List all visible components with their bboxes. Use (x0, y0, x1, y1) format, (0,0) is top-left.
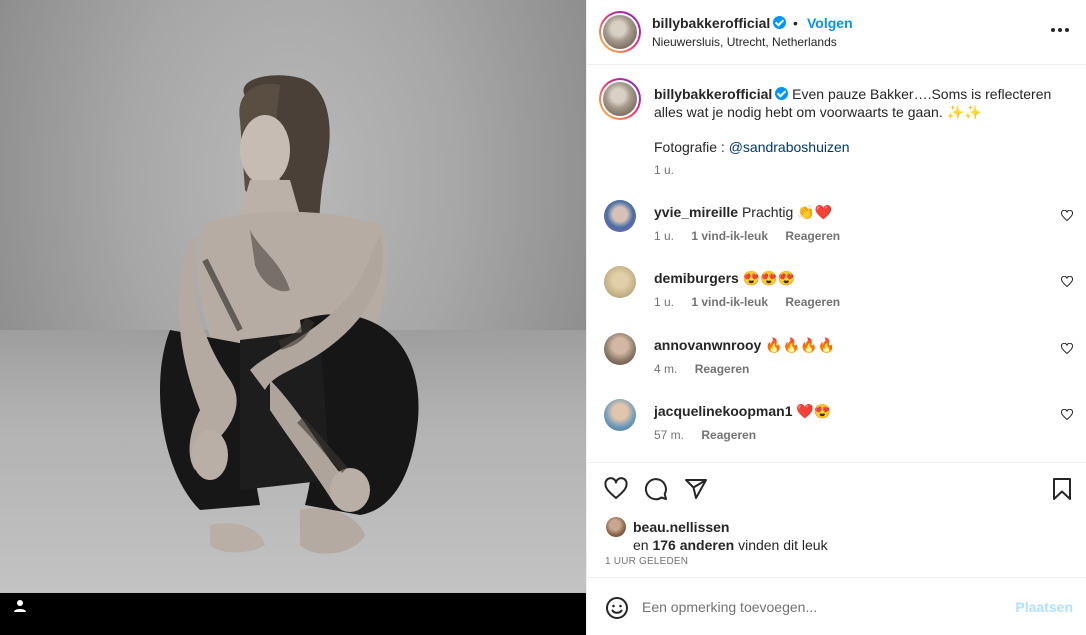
verified-badge-icon (775, 87, 789, 100)
comment-time[interactable]: 57 m. (654, 428, 684, 442)
verified-badge-icon (773, 16, 787, 29)
comment-likes[interactable]: 1 vind-ik-leuk (691, 295, 768, 309)
post-comment-button[interactable]: Plaatsen (1015, 599, 1073, 615)
caption-time: 1 u. (654, 163, 675, 177)
commenter-avatar[interactable] (604, 200, 636, 232)
post-header: billybakkerofficial • Volgen Nieuwerslui… (587, 0, 1086, 65)
liker-username[interactable]: beau.nellissen (633, 519, 729, 535)
post-panel: billybakkerofficial • Volgen Nieuwerslui… (586, 0, 1086, 635)
post-timestamp[interactable]: 1 UUR GELEDEN (605, 556, 688, 567)
bookmark-icon[interactable] (1050, 477, 1074, 501)
comment-icon[interactable] (644, 477, 668, 501)
heart-icon[interactable] (604, 477, 628, 501)
reply-button[interactable]: Reageren (695, 362, 750, 376)
comment-username[interactable]: yvie_mireille (654, 204, 738, 220)
comment-username[interactable]: jacquelinekoopman1 (654, 403, 792, 419)
comment-time[interactable]: 1 u. (654, 229, 674, 243)
comment-like-heart-icon[interactable] (1061, 343, 1073, 355)
post-photo[interactable] (0, 0, 586, 593)
comment-username[interactable]: demiburgers (654, 270, 739, 286)
caption-avatar[interactable] (599, 78, 641, 120)
reply-button[interactable]: Reageren (701, 428, 756, 442)
photo-footer (0, 593, 586, 635)
separator-dot: • (793, 15, 798, 31)
comment-like-heart-icon[interactable] (1061, 210, 1073, 222)
comment-input[interactable] (642, 596, 1002, 618)
commenter-avatar[interactable] (604, 333, 636, 365)
caption-username[interactable]: billybakkerofficial (654, 86, 772, 102)
likes-summary: en 176 anderen vinden dit leuk (633, 537, 828, 553)
commenter-avatar[interactable] (604, 266, 636, 298)
emoji-icon[interactable] (605, 596, 629, 620)
photo-subject (160, 75, 419, 554)
comment-item: yvie_mireille Prachtig 👏❤️ 1 u. 1 vind-i… (587, 200, 1086, 250)
more-icon[interactable] (1051, 28, 1069, 32)
comment-text: Prachtig 👏❤️ (741, 204, 833, 220)
comment-like-heart-icon[interactable] (1061, 276, 1073, 288)
commenter-avatar[interactable] (604, 399, 636, 431)
comment-likes[interactable]: 1 vind-ik-leuk (691, 229, 768, 243)
comment-time[interactable]: 1 u. (654, 295, 674, 309)
reply-button[interactable]: Reageren (785, 229, 840, 243)
reply-button[interactable]: Reageren (785, 295, 840, 309)
liker-avatar[interactable] (606, 517, 626, 537)
comment-item: jacquelinekoopman1 ❤️😍 57 m. Reageren (587, 399, 1086, 449)
comment-username[interactable]: annovanwnrooy (654, 337, 761, 353)
comment-text: 😍😍😍 (742, 270, 795, 286)
post-location[interactable]: Nieuwersluis, Utrecht, Netherlands (652, 35, 837, 49)
user-tag-icon[interactable] (12, 598, 28, 614)
comment-like-heart-icon[interactable] (1061, 409, 1073, 421)
caption-text: billybakkerofficial Even pauze Bakker….S… (654, 85, 1064, 121)
follow-button[interactable]: Volgen (807, 15, 853, 31)
comment-time[interactable]: 4 m. (654, 362, 677, 376)
comment-item: demiburgers 😍😍😍 1 u. 1 vind-ik-leuk Reag… (587, 266, 1086, 316)
likes-count-link[interactable]: 176 anderen (652, 537, 734, 553)
add-comment-bar: Plaatsen (587, 577, 1086, 635)
share-icon[interactable] (684, 477, 708, 501)
author-username[interactable]: billybakkerofficial (652, 15, 787, 31)
comment-text: ❤️😍 (796, 403, 832, 419)
author-avatar[interactable] (599, 11, 641, 53)
comment-item: annovanwnrooy 🔥🔥🔥🔥 4 m. Reageren (587, 333, 1086, 383)
caption-credit: Fotografie : @sandraboshuizen (654, 139, 850, 155)
credit-mention-link[interactable]: @sandraboshuizen (729, 139, 850, 155)
comment-text: 🔥🔥🔥🔥 (765, 337, 835, 353)
post-actions (587, 462, 1086, 516)
